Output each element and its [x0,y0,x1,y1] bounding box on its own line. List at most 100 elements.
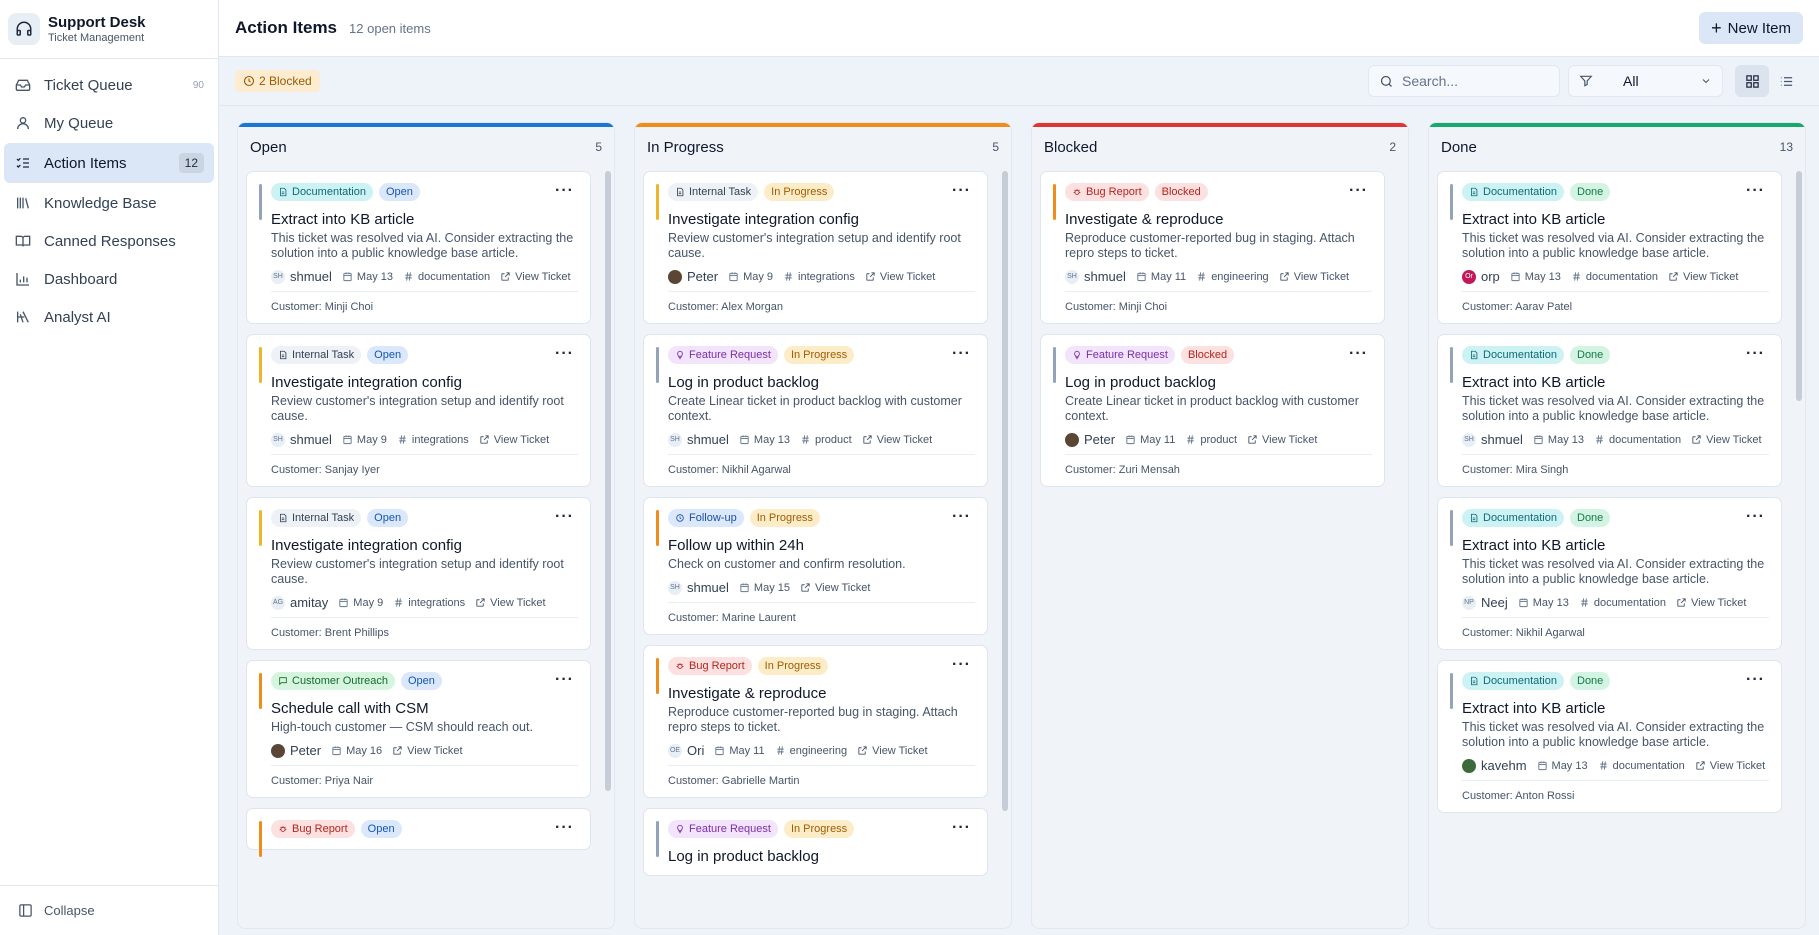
more-options-icon[interactable]: ··· [1349,183,1368,199]
filter-select[interactable]: All [1568,65,1723,97]
more-options-icon[interactable]: ··· [952,657,971,673]
column-header: Done 13 [1429,127,1805,167]
action-item-card[interactable]: Bug Report In Progress ··· Investigate & re… [643,645,988,798]
view-ticket-link[interactable]: View Ticket [1279,271,1349,283]
card-title[interactable]: Log in product backlog [1065,374,1372,391]
action-item-card[interactable]: Bug Report Blocked ··· Investigate & reprod… [1040,171,1385,324]
more-options-icon[interactable]: ··· [952,820,971,836]
action-item-card[interactable]: Customer Outreach Open ··· Schedule call wi… [246,660,591,798]
more-options-icon[interactable]: ··· [555,672,574,688]
more-options-icon[interactable]: ··· [555,346,574,362]
view-ticket-link[interactable]: View Ticket [1676,597,1746,609]
sidebar-item-canned-responses[interactable]: Canned Responses [4,223,214,259]
sidebar-item-my-queue[interactable]: My Queue [4,105,214,141]
card-title[interactable]: Investigate integration config [668,211,975,228]
view-ticket-link[interactable]: View Ticket [857,745,928,757]
card-title[interactable]: Log in product backlog [668,848,975,865]
hash-icon [1598,760,1613,771]
card-title[interactable]: Investigate & reproduce [1065,211,1372,228]
more-options-icon[interactable]: ··· [1746,183,1765,199]
view-ticket-label: View Ticket [1691,596,1747,609]
sidebar-item-label: Analyst AI [44,308,111,326]
action-item-card[interactable]: Internal Task Open ··· Investigate integrat… [246,334,591,487]
card-title[interactable]: Investigate integration config [271,537,578,554]
view-ticket-link[interactable]: View Ticket [1691,434,1762,446]
collapse-button[interactable]: Collapse [0,885,218,935]
sidebar-item-ticket-queue[interactable]: Ticket Queue 90 [4,67,214,103]
view-ticket-link[interactable]: View Ticket [865,271,935,283]
sidebar: Support Desk Ticket Management Ticket Qu… [0,0,219,935]
more-options-icon[interactable]: ··· [1349,346,1368,362]
more-options-icon[interactable]: ··· [555,509,574,525]
action-item-card[interactable]: Internal Task Open ··· Investigate integrat… [246,497,591,650]
card-title[interactable]: Schedule call with CSM [271,700,578,717]
avatar: SH [271,432,285,447]
action-item-card[interactable]: Bug Report Open ··· [246,808,591,857]
action-item-card[interactable]: Feature Request Blocked ··· Log in product … [1040,334,1385,487]
action-item-card[interactable]: Feature Request In Progress ··· Log in prod… [643,808,988,876]
more-options-icon[interactable]: ··· [952,183,971,199]
filter-icon [1579,75,1593,87]
sidebar-item-knowledge-base[interactable]: Knowledge Base [4,185,214,221]
scrollbar[interactable] [1002,171,1008,811]
action-item-card[interactable]: Documentation Open ··· Extract into KB arti… [246,171,591,324]
type-badge: Bug Report [271,820,355,838]
action-item-card[interactable]: Follow-up In Progress ··· Follow up within … [643,497,988,635]
more-options-icon[interactable]: ··· [1746,509,1765,525]
grid-view-button[interactable] [1735,65,1769,97]
card-title[interactable]: Investigate integration config [271,374,578,391]
channel-tag: documentation [1598,760,1685,772]
sidebar-item-analyst-ai[interactable]: Analyst AI [4,299,214,335]
card-description: Review customer's integration setup and … [271,394,564,423]
view-ticket-label: View Ticket [879,270,936,283]
card-meta: SH shmuel May 15 View Ticket [668,580,975,595]
scrollbar[interactable] [605,171,611,791]
more-options-icon[interactable]: ··· [555,820,574,836]
type-label: Documentation [292,186,366,198]
card-title[interactable]: Log in product backlog [668,374,975,391]
search-input[interactable] [1402,73,1542,89]
action-item-card[interactable]: Documentation Done ··· Extract into KB arti… [1437,334,1782,487]
card-title[interactable]: Extract into KB article [1462,537,1769,554]
card-title[interactable]: Investigate & reproduce [668,685,975,702]
blocked-badge[interactable]: 2 Blocked [235,70,320,92]
search-icon [1380,75,1392,87]
view-ticket-link[interactable]: View Ticket [1668,271,1738,283]
action-item-card[interactable]: Documentation Done ··· Extract into KB arti… [1437,660,1782,813]
more-options-icon[interactable]: ··· [555,183,574,199]
view-ticket-link[interactable]: View Ticket [800,582,870,594]
view-ticket-link[interactable]: View Ticket [1695,760,1765,772]
assignee-name: shmuel [1481,432,1523,447]
scrollbar[interactable] [1796,171,1802,401]
sidebar-item-action-items[interactable]: Action Items 12 [4,143,214,183]
card-title[interactable]: Extract into KB article [1462,700,1769,717]
more-options-icon[interactable]: ··· [952,509,971,525]
view-ticket-link[interactable]: View Ticket [479,434,549,446]
list-view-button[interactable] [1769,65,1803,97]
card-title[interactable]: Extract into KB article [1462,374,1769,391]
view-ticket-link[interactable]: View Ticket [500,271,571,283]
view-ticket-link[interactable]: View Ticket [392,745,463,757]
card-title[interactable]: Extract into KB article [271,211,578,228]
action-item-card[interactable]: Documentation Done ··· Extract into KB arti… [1437,497,1782,650]
action-item-card[interactable]: Documentation Done ··· Extract into KB arti… [1437,171,1782,324]
view-ticket-link[interactable]: View Ticket [1247,434,1317,446]
new-item-button[interactable]: + New Item [1699,12,1803,44]
assignee: SH shmuel [668,432,729,447]
card-tags: Follow-up In Progress [668,508,975,528]
search-box[interactable] [1368,65,1560,97]
card-title[interactable]: Extract into KB article [1462,211,1769,228]
more-options-icon[interactable]: ··· [1746,346,1765,362]
view-ticket-link[interactable]: View Ticket [475,597,546,609]
view-ticket-link[interactable]: View Ticket [862,434,932,446]
action-item-card[interactable]: Feature Request In Progress ··· Log in prod… [643,334,988,487]
status-badge: Open [379,183,420,201]
sidebar-item-dashboard[interactable]: Dashboard [4,261,214,297]
card-title[interactable]: Follow up within 24h [668,537,975,554]
assignee: OE Ori [668,743,704,758]
more-options-icon[interactable]: ··· [952,346,971,362]
more-options-icon[interactable]: ··· [1746,672,1765,688]
column-blocked: Blocked 2 Bug Report Blocked ··· Investigate … [1031,122,1409,929]
action-item-card[interactable]: Internal Task In Progress ··· Investigate i… [643,171,988,324]
card-description: This ticket was resolved via AI. Conside… [1462,231,1765,260]
